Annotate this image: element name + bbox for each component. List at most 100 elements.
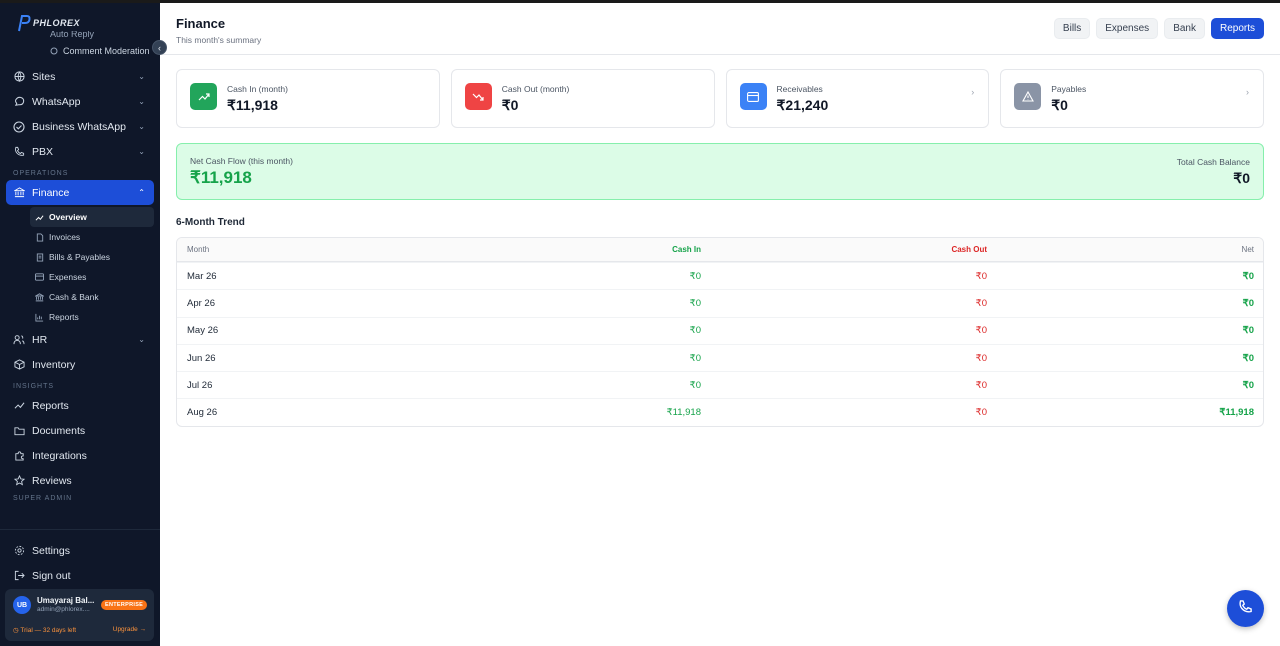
table-row: May 26 ₹0 ₹0 ₹0 [177, 316, 1263, 344]
reports-button[interactable]: Reports [1210, 18, 1264, 39]
total-cash-balance-label: Total Cash Balance [1176, 157, 1250, 167]
cell-cash-out: ₹0 [975, 352, 987, 364]
sidebar-item-label: WhatsApp [32, 95, 81, 108]
logo-icon [17, 14, 31, 32]
gear-icon [13, 545, 25, 557]
card-icon [739, 83, 767, 110]
sidebar-sub-item-overview[interactable]: Overview [30, 207, 154, 227]
card-label: Cash In (month) [227, 84, 288, 94]
warning-icon [1014, 83, 1042, 110]
sidebar-item-finance[interactable]: Finance ⌃ [6, 180, 154, 205]
sidebar-item-label: Business WhatsApp [32, 120, 126, 133]
brand-name: PHLOREX [33, 18, 81, 28]
sidebar-item-sign-out[interactable]: Sign out [0, 563, 160, 588]
sidebar-item-label: Finance [32, 186, 70, 199]
sidebar-sub-item-reports[interactable]: Reports [30, 307, 160, 327]
chevron-left-icon: ‹ [158, 42, 161, 53]
sidebar-item-reviews[interactable]: Reviews [0, 468, 160, 493]
cell-month: Aug 26 [187, 407, 218, 419]
chevron-down-icon: ⌄ [138, 335, 145, 344]
chevron-up-icon: ⌃ [138, 188, 145, 197]
sidebar-item-label: Overview [49, 212, 87, 222]
sidebar-item-pbx[interactable]: PBX ⌄ [0, 139, 160, 164]
sidebar-item-whatsapp[interactable]: WhatsApp ⌄ [0, 89, 160, 114]
bills-button[interactable]: Bills [1053, 18, 1091, 39]
sidebar-item-hr[interactable]: HR ⌄ [0, 327, 160, 352]
phone-icon [1238, 599, 1253, 619]
sidebar-sub-item-bills-payables[interactable]: Bills & Payables [30, 247, 160, 267]
box-icon [13, 359, 25, 371]
sidebar-sub-item-cash-bank[interactable]: Cash & Bank [30, 287, 160, 307]
chevron-down-icon: ⌄ [138, 122, 145, 131]
file-icon [35, 232, 44, 242]
sidebar-item-label: Comment Moderation [63, 46, 150, 56]
cell-net: ₹0 [1242, 270, 1254, 282]
sidebar-sub-item-comment-moderation[interactable]: Comment Moderation [0, 41, 160, 61]
sidebar-item-reports[interactable]: Reports [0, 393, 160, 418]
chevron-right-icon: › [1246, 87, 1249, 97]
cell-month: Mar 26 [187, 270, 217, 282]
user-email: admin@phlorex.... [37, 606, 90, 613]
finance-submenu: Overview Invoices Bills & Payables Expen… [0, 207, 160, 327]
summary-cards: Cash In (month) ₹11,918 Cash Out (month)… [176, 69, 1264, 128]
cell-month: Apr 26 [187, 297, 215, 309]
sidebar-sub-item-expenses[interactable]: Expenses [30, 267, 160, 287]
cell-month: Jun 26 [187, 352, 216, 364]
expenses-button[interactable]: Expenses [1096, 18, 1159, 39]
check-circle-icon [13, 120, 25, 133]
page-subtitle: This month's summary [176, 35, 262, 45]
sidebar: PHLOREX Auto Reply Comment Moderation Si… [0, 3, 160, 646]
sidebar-item-sites[interactable]: Sites ⌄ [0, 64, 160, 89]
sidebar-item-label: Settings [32, 544, 70, 557]
bank-button[interactable]: Bank [1164, 18, 1205, 39]
sidebar-collapse-button[interactable]: ‹ [152, 40, 167, 55]
sidebar-item-integrations[interactable]: Integrations [0, 443, 160, 468]
sidebar-item-inventory[interactable]: Inventory [0, 352, 160, 377]
card-label: Payables [1051, 84, 1087, 94]
column-header-month: Month [187, 245, 210, 254]
net-cash-flow-panel: Net Cash Flow (this month) ₹11,918 Total… [176, 143, 1264, 200]
trend-up-icon [190, 83, 217, 110]
sidebar-item-label: PBX [32, 145, 54, 158]
chevron-down-icon: ⌄ [138, 97, 145, 106]
payables-card[interactable]: Payables ₹0 › [1000, 69, 1264, 128]
user-card[interactable]: UB Umayaraj Bal... admin@phlorex.... ENT… [5, 589, 154, 641]
chevron-down-icon: ⌄ [138, 72, 145, 81]
chat-bubble-icon [13, 96, 25, 108]
bar-chart-icon [35, 313, 44, 322]
sidebar-item-label: Expenses [49, 272, 87, 282]
cell-cash-in: ₹11,918 [666, 407, 701, 419]
section-label-operations: OPERATIONS [13, 170, 69, 177]
table-row: Jun 26 ₹0 ₹0 ₹0 [177, 343, 1263, 371]
card-label: Receivables [776, 84, 823, 94]
cell-cash-out: ₹0 [975, 270, 987, 282]
call-fab-button[interactable] [1227, 590, 1264, 627]
card-value: ₹21,240 [776, 97, 829, 113]
header-actions: Bills Expenses Bank Reports [1053, 18, 1264, 39]
plan-badge: ENTERPRISE [101, 600, 148, 610]
cell-net: ₹0 [1242, 352, 1254, 364]
globe-icon [13, 71, 25, 83]
trial-status: ◷ Trial — 32 days left [13, 627, 77, 634]
sidebar-sub-item-auto-reply[interactable]: Auto Reply [0, 31, 160, 41]
sidebar-item-business-whatsapp[interactable]: Business WhatsApp ⌄ [0, 114, 160, 139]
column-header-cash-in: Cash In [672, 245, 701, 254]
receivables-card[interactable]: Receivables ₹21,240 › [725, 69, 990, 128]
star-icon [13, 475, 25, 487]
sidebar-item-label: Reports [32, 399, 69, 412]
user-name: Umayaraj Bal... [37, 596, 95, 605]
trend-icon [35, 213, 44, 222]
sidebar-item-settings[interactable]: Settings [0, 538, 160, 563]
sidebar-sub-item-invoices[interactable]: Invoices [30, 227, 160, 247]
upgrade-link[interactable]: Upgrade → [113, 626, 146, 633]
logout-icon [13, 570, 25, 582]
chevron-right-icon: › [971, 87, 975, 97]
cell-cash-in: ₹0 [689, 325, 701, 337]
sidebar-item-label: Auto Reply [50, 31, 95, 39]
sidebar-item-label: Sign out [32, 569, 71, 582]
sidebar-item-documents[interactable]: Documents [0, 418, 160, 443]
cell-month: Jul 26 [187, 379, 213, 391]
sidebar-item-label: Sites [32, 70, 56, 83]
table-header-row: Month Cash In Cash Out Net [177, 238, 1263, 262]
card-icon [35, 273, 44, 282]
